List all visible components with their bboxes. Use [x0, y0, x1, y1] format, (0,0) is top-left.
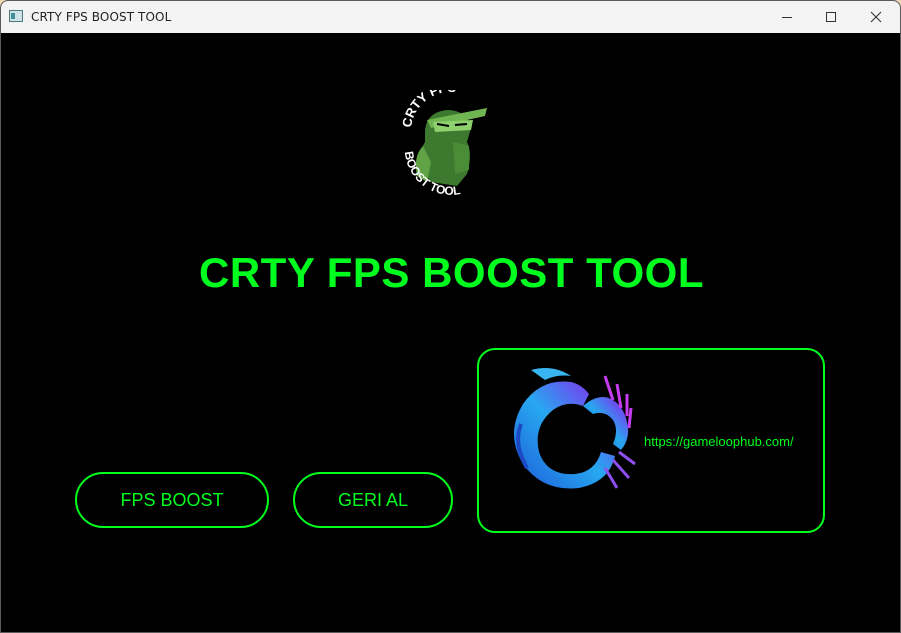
close-button[interactable]: [853, 1, 899, 33]
app-window: CRTY FPS BOOST TOOL CRTY FPS: [0, 0, 901, 633]
minimize-button[interactable]: [764, 1, 810, 33]
geri-al-button[interactable]: GERI AL: [293, 472, 453, 528]
app-icon: [9, 10, 23, 22]
ninja-logo-icon: CRTY FPS BOOST TOOL: [399, 90, 487, 198]
minimize-icon: [782, 16, 792, 18]
page-title: CRTY FPS BOOST TOOL: [199, 249, 704, 296]
promo-card[interactable]: https://gameloophub.com/: [477, 348, 825, 533]
maximize-icon: [826, 12, 836, 22]
website-link[interactable]: https://gameloophub.com/: [644, 434, 794, 449]
fps-boost-button[interactable]: FPS BOOST: [75, 472, 269, 528]
maximize-button[interactable]: [808, 1, 854, 33]
title-bar[interactable]: CRTY FPS BOOST TOOL: [1, 1, 900, 33]
main-content: CRTY FPS BOOST TOOL CRTY FPS BOOST TOOL …: [1, 33, 900, 632]
dragon-logo-icon: [514, 368, 636, 489]
close-icon: [870, 11, 882, 23]
window-title: CRTY FPS BOOST TOOL: [31, 10, 172, 24]
